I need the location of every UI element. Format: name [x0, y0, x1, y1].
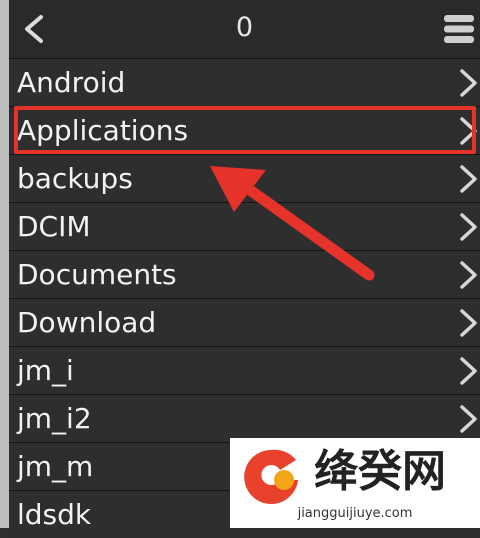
watermark-brand: 绛癸网: [314, 446, 446, 497]
watermark-url: jiangguijiuye.com: [297, 506, 413, 521]
chevron-right-icon: [460, 165, 477, 193]
chevron-right-icon: [460, 357, 477, 385]
menu-icon[interactable]: [442, 12, 476, 46]
folder-row-jm-i2[interactable]: jm_i2: [9, 394, 480, 442]
chevron-right-icon: [460, 309, 477, 337]
folder-label: jm_m: [17, 450, 94, 483]
page-title: 0: [235, 12, 254, 43]
folder-label: Download: [17, 306, 157, 339]
folder-label: DCIM: [17, 210, 91, 243]
highlight-box: [14, 106, 476, 154]
folder-row-jm-i[interactable]: jm_i: [9, 346, 480, 394]
chevron-right-icon: [460, 261, 477, 289]
pointer-arrow-icon: [210, 166, 375, 281]
folder-label: backups: [17, 162, 133, 195]
folder-label: jm_i: [17, 354, 74, 387]
chevron-right-icon: [460, 405, 477, 433]
folder-label: jm_i2: [17, 402, 92, 435]
folder-label: Android: [17, 66, 126, 99]
folder-row-download[interactable]: Download: [9, 298, 480, 346]
chevron-right-icon: [460, 213, 477, 241]
folder-row-android[interactable]: Android: [9, 58, 480, 106]
left-edge-border: [0, 0, 9, 528]
chevron-right-icon: [460, 69, 477, 97]
top-bar: 0: [9, 0, 480, 58]
folder-label: Documents: [17, 258, 177, 291]
watermark-logo-icon: [244, 449, 298, 504]
watermark-badge: 绛癸网 jiangguijiuye.com: [230, 438, 480, 528]
